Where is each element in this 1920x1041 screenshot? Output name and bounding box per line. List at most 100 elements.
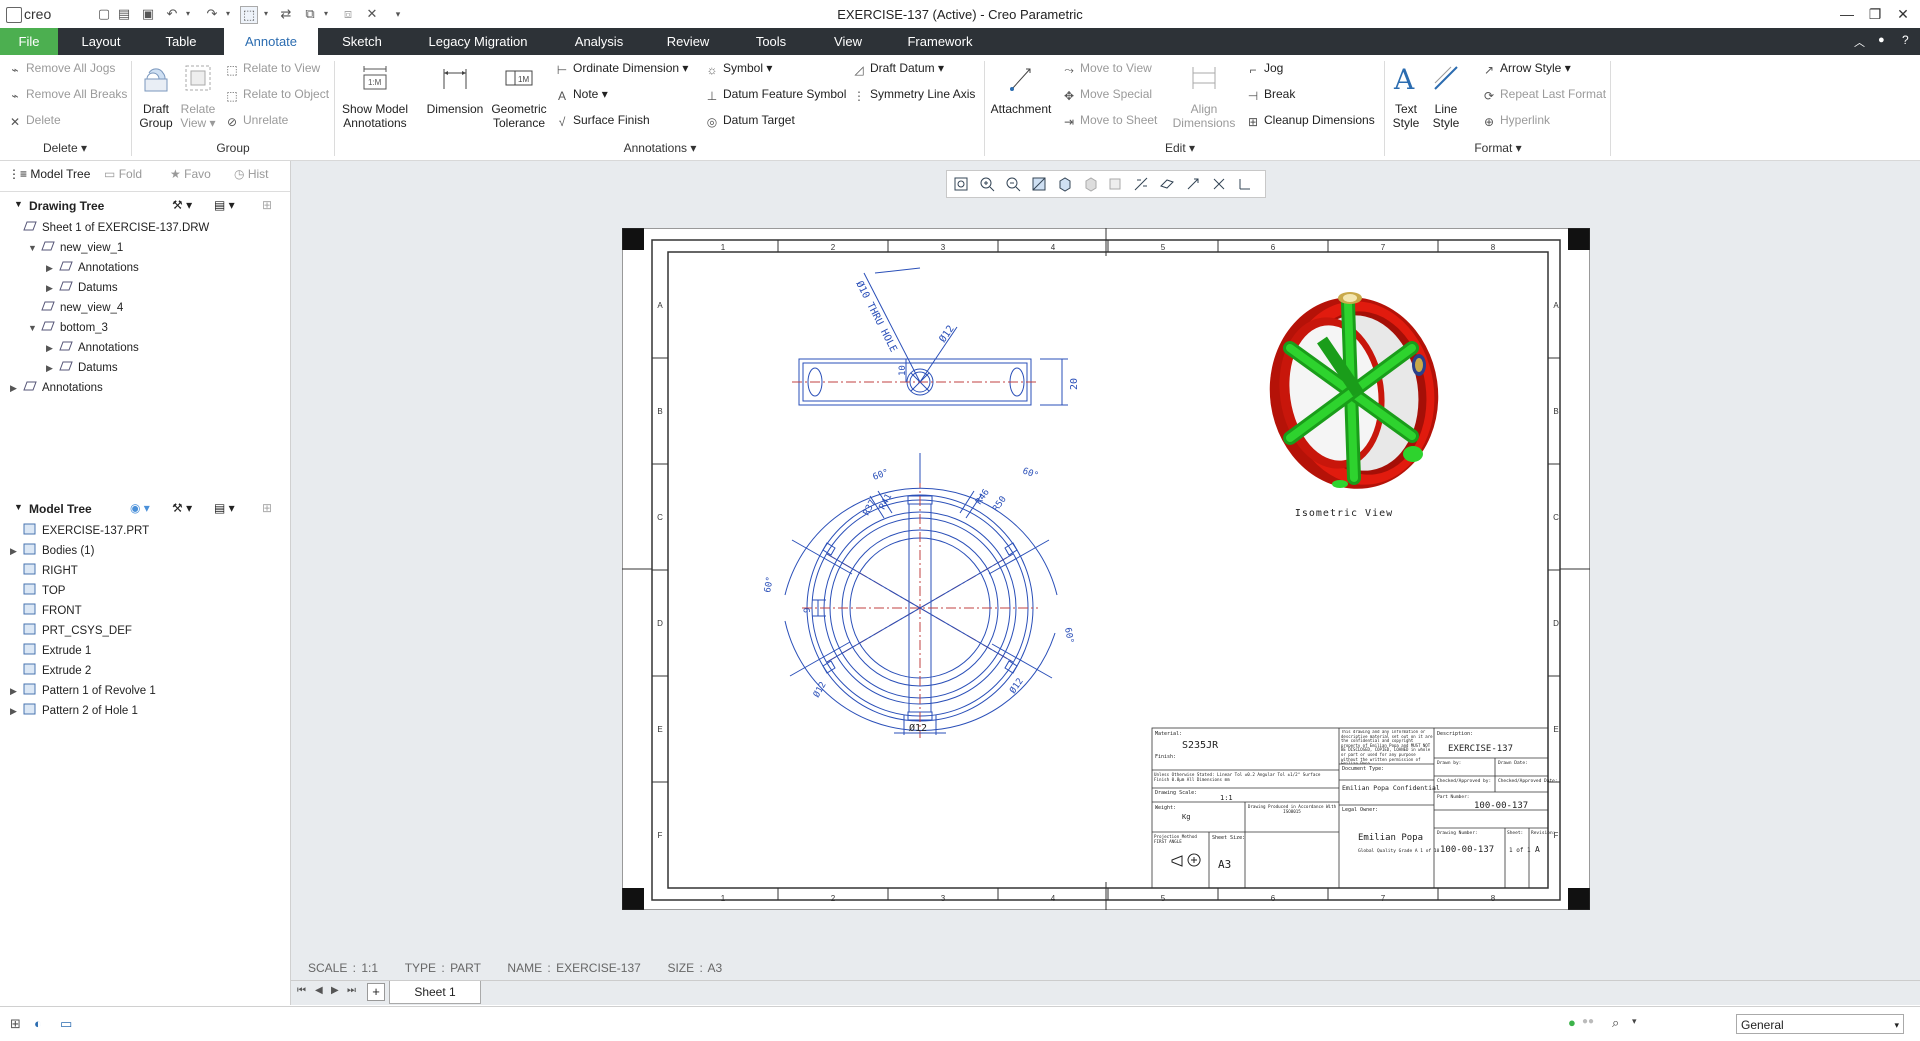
dim-r46[interactable]: R46 [974, 488, 992, 507]
last-sheet-icon[interactable]: ⏭ [347, 985, 356, 996]
isometric-view[interactable] [1257, 286, 1450, 500]
cleanup-dimensions-button[interactable]: ⊞ Cleanup Dimensions [1246, 113, 1375, 129]
delete-group-label[interactable]: Delete ▾ [40, 141, 90, 155]
edit-group-label[interactable]: Edit ▾ [1150, 141, 1210, 155]
move-special-button[interactable]: ✥ Move Special [1062, 87, 1152, 103]
tree-filter-icon[interactable]: ⊞ [262, 198, 272, 212]
tab-history[interactable]: ◷ Hist [234, 167, 269, 181]
remove-all-breaks-button[interactable]: ⌁ Remove All Breaks [8, 87, 127, 103]
tree-filter-icon[interactable]: ⊞ [262, 501, 272, 515]
zoom-in-icon[interactable] [979, 176, 995, 192]
tab-review[interactable]: Review [656, 28, 720, 55]
model-tree-item[interactable]: PRT_CSYS_DEF [10, 622, 132, 640]
sheet-tab-1[interactable]: Sheet 1 [389, 981, 481, 1004]
find-dropdown-icon[interactable]: ▾ [1632, 1016, 1637, 1027]
show-icon[interactable]: ◉ ▾ [130, 501, 150, 515]
jog-button[interactable]: ⌐ Jog [1246, 61, 1283, 77]
draft-datum-button[interactable]: ◿ Draft Datum ▾ [852, 61, 944, 77]
zoom-out-icon[interactable] [1005, 176, 1021, 192]
expand-icon[interactable]: ▶ [10, 542, 22, 560]
move-to-view-button[interactable]: ⤳ Move to View [1062, 61, 1152, 77]
first-sheet-icon[interactable]: ⏮ [297, 985, 306, 996]
dim-d12-bottom[interactable]: Ø12 [909, 722, 927, 734]
align-dimensions-button[interactable]: Align Dimensions [1172, 61, 1236, 130]
drawing-sheet[interactable]: 1122334455667788AABBCCDDEEFF Ø10 THRU HO… [622, 228, 1590, 910]
dim-d12-left[interactable]: Ø12 [811, 680, 829, 700]
model-tree-item[interactable]: Extrude 2 [10, 662, 91, 680]
display-style-icon[interactable] [1057, 176, 1073, 192]
expand-icon[interactable]: ▶ [10, 379, 22, 397]
model-tree-item[interactable]: Extrude 1 [10, 642, 91, 660]
browser-icon[interactable]: ◐ [34, 1016, 42, 1031]
next-sheet-icon[interactable]: ▶ [331, 985, 339, 996]
toggle-navigator-icon[interactable]: ⊞ [10, 1016, 21, 1032]
dim-d12-right[interactable]: Ø12 [1007, 676, 1025, 696]
drawing-tree-item[interactable]: new_view_4 [28, 299, 123, 317]
drawing-tree-item[interactable]: ▼ bottom_3 [28, 319, 108, 337]
tab-annotate[interactable]: Annotate [224, 28, 318, 55]
prev-sheet-icon[interactable]: ◀ [315, 985, 323, 996]
dim-angle-4[interactable]: 60° [1062, 627, 1075, 645]
drawing-tree-item[interactable]: ▼ new_view_1 [28, 239, 123, 257]
help-icon[interactable]: ? [1902, 33, 1909, 47]
text-style-button[interactable]: A Text Style [1388, 61, 1424, 130]
draft-group-button[interactable]: Draft Group [136, 61, 176, 130]
model-tree-item[interactable]: EXERCISE-137.PRT [10, 522, 149, 540]
axis-display-icon[interactable] [1185, 176, 1201, 192]
expand-icon[interactable]: ▶ [46, 339, 58, 357]
tab-model-tree[interactable]: ⋮≡ Model Tree [8, 167, 90, 181]
dim-angle-3[interactable]: 60° [763, 576, 776, 594]
hyperlink-button[interactable]: ⊕ Hyperlink [1482, 113, 1550, 129]
dim-h10[interactable]: 10 [898, 365, 908, 376]
dim-h20[interactable]: 20 [1069, 378, 1080, 390]
drawing-tree-item[interactable]: ▶ Annotations [46, 259, 139, 277]
model-tree-item[interactable]: ▶ Pattern 1 of Revolve 1 [10, 682, 156, 700]
dimension-button[interactable]: Dimension [422, 61, 488, 116]
tab-table[interactable]: Table [150, 28, 212, 55]
repeat-last-format-button[interactable]: ⟳ Repeat Last Format [1482, 87, 1606, 103]
move-to-sheet-button[interactable]: ⇥ Move to Sheet [1062, 113, 1157, 129]
point-display-icon[interactable] [1211, 176, 1227, 192]
collapse-icon[interactable]: ▼ [28, 319, 40, 337]
datum-display-icon[interactable] [1133, 176, 1149, 192]
selection-filter[interactable]: General ▾ [1736, 1014, 1904, 1034]
tab-framework[interactable]: Framework [898, 28, 982, 55]
drawing-tree-item[interactable]: ▶ Annotations [10, 379, 103, 397]
repaint-icon[interactable] [1031, 176, 1047, 192]
collapse-icon[interactable]: ▼ [14, 502, 23, 512]
refit-icon[interactable] [953, 176, 969, 192]
model-tree-item[interactable]: ▶ Bodies (1) [10, 542, 94, 560]
expand-icon[interactable]: ▶ [10, 682, 22, 700]
drawing-tree-item[interactable]: Sheet 1 of EXERCISE-137.DRW [10, 219, 209, 237]
tab-layout[interactable]: Layout [70, 28, 132, 55]
minimize-ribbon-icon[interactable]: ︿ [1854, 34, 1865, 50]
tab-sketch[interactable]: Sketch [330, 28, 394, 55]
datum-feature-symbol-button[interactable]: ⊥ Datum Feature Symbol [705, 87, 847, 103]
drawing-tree-item[interactable]: ▶ Datums [46, 359, 118, 377]
remove-all-jogs-button[interactable]: ⌁ Remove All Jogs [8, 61, 115, 77]
model-tree-item[interactable]: ▶ Pattern 2 of Hole 1 [10, 702, 138, 720]
find-icon[interactable]: ⌕ [1612, 1015, 1619, 1031]
full-screen-icon[interactable]: ▭ [60, 1016, 72, 1032]
expand-icon[interactable]: ▶ [46, 279, 58, 297]
attachment-button[interactable]: Attachment [988, 61, 1054, 116]
ordinate-dimension-button[interactable]: ⊢ Ordinate Dimension ▾ [555, 61, 689, 77]
top-view[interactable] [792, 267, 1068, 406]
show-model-annotations-button[interactable]: 1:M Show Model Annotations [338, 61, 412, 130]
symbol-button[interactable]: ☼ Symbol ▾ [705, 61, 773, 77]
delete-button[interactable]: ✕ Delete [8, 113, 61, 129]
minimize-icon[interactable]: — [1836, 4, 1858, 24]
relate-view-button[interactable]: Relate View ▾ [178, 61, 218, 130]
dim-r37[interactable]: R37 [862, 498, 878, 517]
tab-folder-browser[interactable]: ▭ Fold [104, 167, 142, 181]
restore-icon[interactable]: ❐ [1864, 4, 1886, 24]
csys-display-icon[interactable] [1237, 176, 1253, 192]
tree-settings-icon[interactable]: ▤ ▾ [214, 501, 235, 515]
tree-settings-icon[interactable]: ▤ ▾ [214, 198, 235, 212]
geometric-tolerance-button[interactable]: 1M Geometric Tolerance [490, 61, 548, 130]
tab-favorites[interactable]: ★ Favo [170, 167, 211, 181]
break-button[interactable]: ⊣ Break [1246, 87, 1296, 103]
dim-d12-top[interactable]: Ø12 [937, 323, 957, 345]
drawing-tree-item[interactable]: ▶ Annotations [46, 339, 139, 357]
dim-thru-hole[interactable]: Ø10 THRU HOLE [853, 279, 899, 354]
